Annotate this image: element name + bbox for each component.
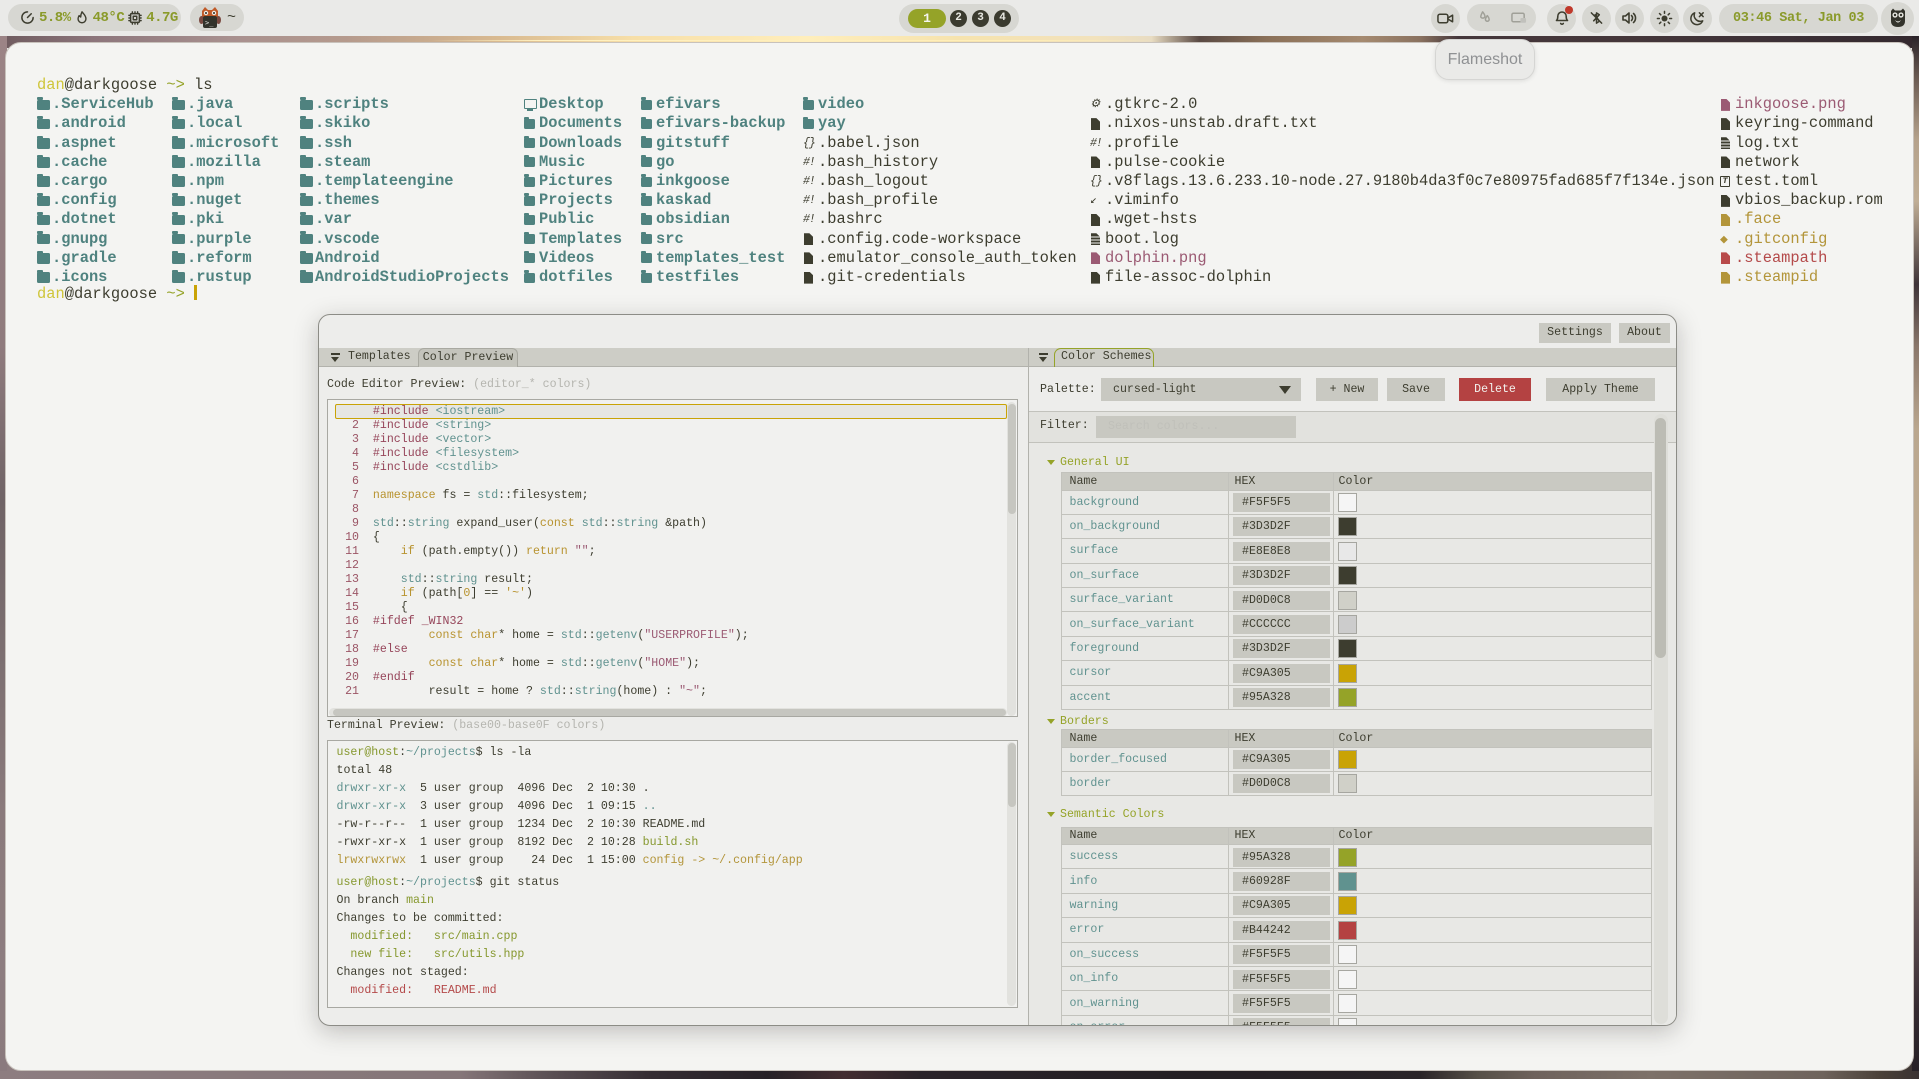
svg-text:>_: >_ bbox=[205, 19, 214, 27]
